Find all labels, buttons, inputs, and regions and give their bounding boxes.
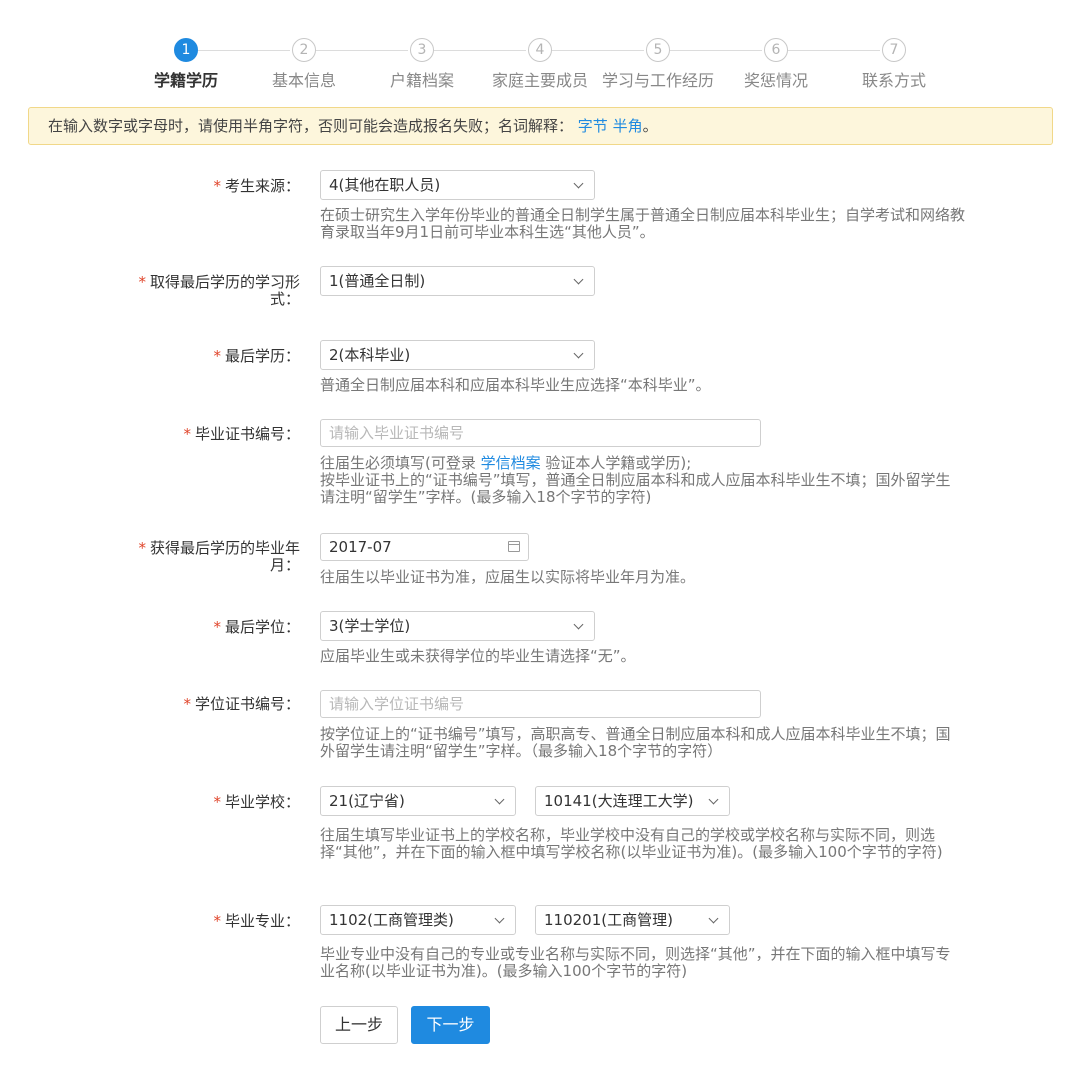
grad-date-help: 往届生以毕业证书为准，应届生以实际将毕业年月为准。: [320, 568, 696, 586]
field-label: * 考生来源：: [213, 177, 300, 195]
major-help: 毕业专业中没有自己的专业或专业名称与实际不同，则选择“其他”，并在下面的输入框中…: [320, 945, 951, 980]
required-mark: *: [213, 347, 221, 365]
grad-date-picker[interactable]: 2017-07: [320, 533, 529, 561]
step-number: 6: [764, 38, 788, 62]
step-number: 4: [528, 38, 552, 62]
field-label: * 学位证书编号：: [183, 695, 300, 713]
prev-step-button[interactable]: 上一步: [320, 1006, 398, 1044]
half-width-link[interactable]: 半角: [613, 117, 643, 135]
field-label: * 取得最后学历的学习形 式：: [138, 273, 300, 308]
chevron-down-icon: [573, 619, 584, 630]
school-help: 往届生填写毕业证书上的学校名称，毕业学校中没有自己的学校或学校名称与实际不同，则…: [320, 826, 943, 861]
field-label: * 毕业证书编号：: [183, 425, 300, 443]
half-width-notice: 在输入数字或字母时，请使用半角字符，否则可能会造成报名失败；名词解释： 字节 半…: [28, 107, 1053, 145]
step-number: 2: [292, 38, 316, 62]
field-label: * 毕业学校：: [213, 793, 300, 811]
school-name-select[interactable]: 10141(大连理工大学): [535, 786, 730, 816]
chevron-down-icon: [494, 794, 505, 805]
step-7[interactable]: 7 联系方式: [824, 38, 964, 91]
major-category-select[interactable]: 1102(工商管理类): [320, 905, 516, 935]
notice-text: 在输入数字或字母时，请使用半角字符，否则可能会造成报名失败；名词解释：: [48, 117, 574, 135]
required-mark: *: [213, 177, 221, 195]
step-number: 3: [410, 38, 434, 62]
calendar-icon: [508, 541, 520, 552]
study-form-select[interactable]: 1(普通全日制): [320, 266, 595, 296]
step-label: 联系方式: [861, 71, 926, 90]
major-name-select[interactable]: 110201(工商管理): [535, 905, 730, 935]
required-mark: *: [183, 425, 191, 443]
diploma-no-input[interactable]: 请输入毕业证书编号: [320, 419, 761, 447]
source-help: 在硕士研究生入学年份毕业的普通全日制学生属于普通全日制应届本科毕业生；自学考试和…: [320, 206, 966, 241]
field-label: * 最后学位：: [213, 618, 300, 636]
education-select[interactable]: 2(本科毕业): [320, 340, 595, 370]
notice-end: 。: [642, 117, 658, 135]
step-number: 1: [174, 38, 198, 62]
required-mark: *: [138, 539, 146, 557]
field-label: * 毕业专业：: [213, 912, 300, 930]
step-number: 5: [646, 38, 670, 62]
byte-link[interactable]: 字节: [578, 117, 608, 135]
field-label: * 获得最后学历的毕业年 月：: [138, 539, 300, 574]
chevron-down-icon: [573, 178, 584, 189]
chevron-down-icon: [708, 913, 719, 924]
degree-no-help: 按学位证上的“证书编号”填写，高职高专、普通全日制应届本科和成人应届本科毕业生不…: [320, 725, 951, 760]
chevron-down-icon: [573, 348, 584, 359]
required-mark: *: [213, 618, 221, 636]
chevron-down-icon: [494, 913, 505, 924]
required-mark: *: [213, 793, 221, 811]
required-mark: *: [138, 273, 146, 291]
next-step-button[interactable]: 下一步: [411, 1006, 490, 1044]
step-number: 7: [882, 38, 906, 62]
chevron-down-icon: [573, 274, 584, 285]
source-select[interactable]: 4(其他在职人员): [320, 170, 595, 200]
required-mark: *: [213, 912, 221, 930]
degree-no-input[interactable]: 请输入学位证书编号: [320, 690, 761, 718]
degree-help: 应届毕业生或未获得学位的毕业生请选择“无”。: [320, 647, 636, 665]
field-label: * 最后学历：: [213, 347, 300, 365]
degree-select[interactable]: 3(学士学位): [320, 611, 595, 641]
diploma-no-help: 往届生必须填写(可登录 学信档案 验证本人学籍或学历); 按毕业证书上的“证书编号…: [320, 454, 951, 506]
required-mark: *: [183, 695, 191, 713]
xuexin-link[interactable]: 学信档案: [481, 454, 541, 472]
school-province-select[interactable]: 21(辽宁省): [320, 786, 516, 816]
chevron-down-icon: [708, 794, 719, 805]
step-progress: 1 学籍学历 2 基本信息 3 户籍档案 4 家庭主要成员 5 学习与工作经历 …: [0, 0, 1080, 100]
education-help: 普通全日制应届本科和应届本科毕业生应选择“本科毕业”。: [320, 376, 711, 394]
